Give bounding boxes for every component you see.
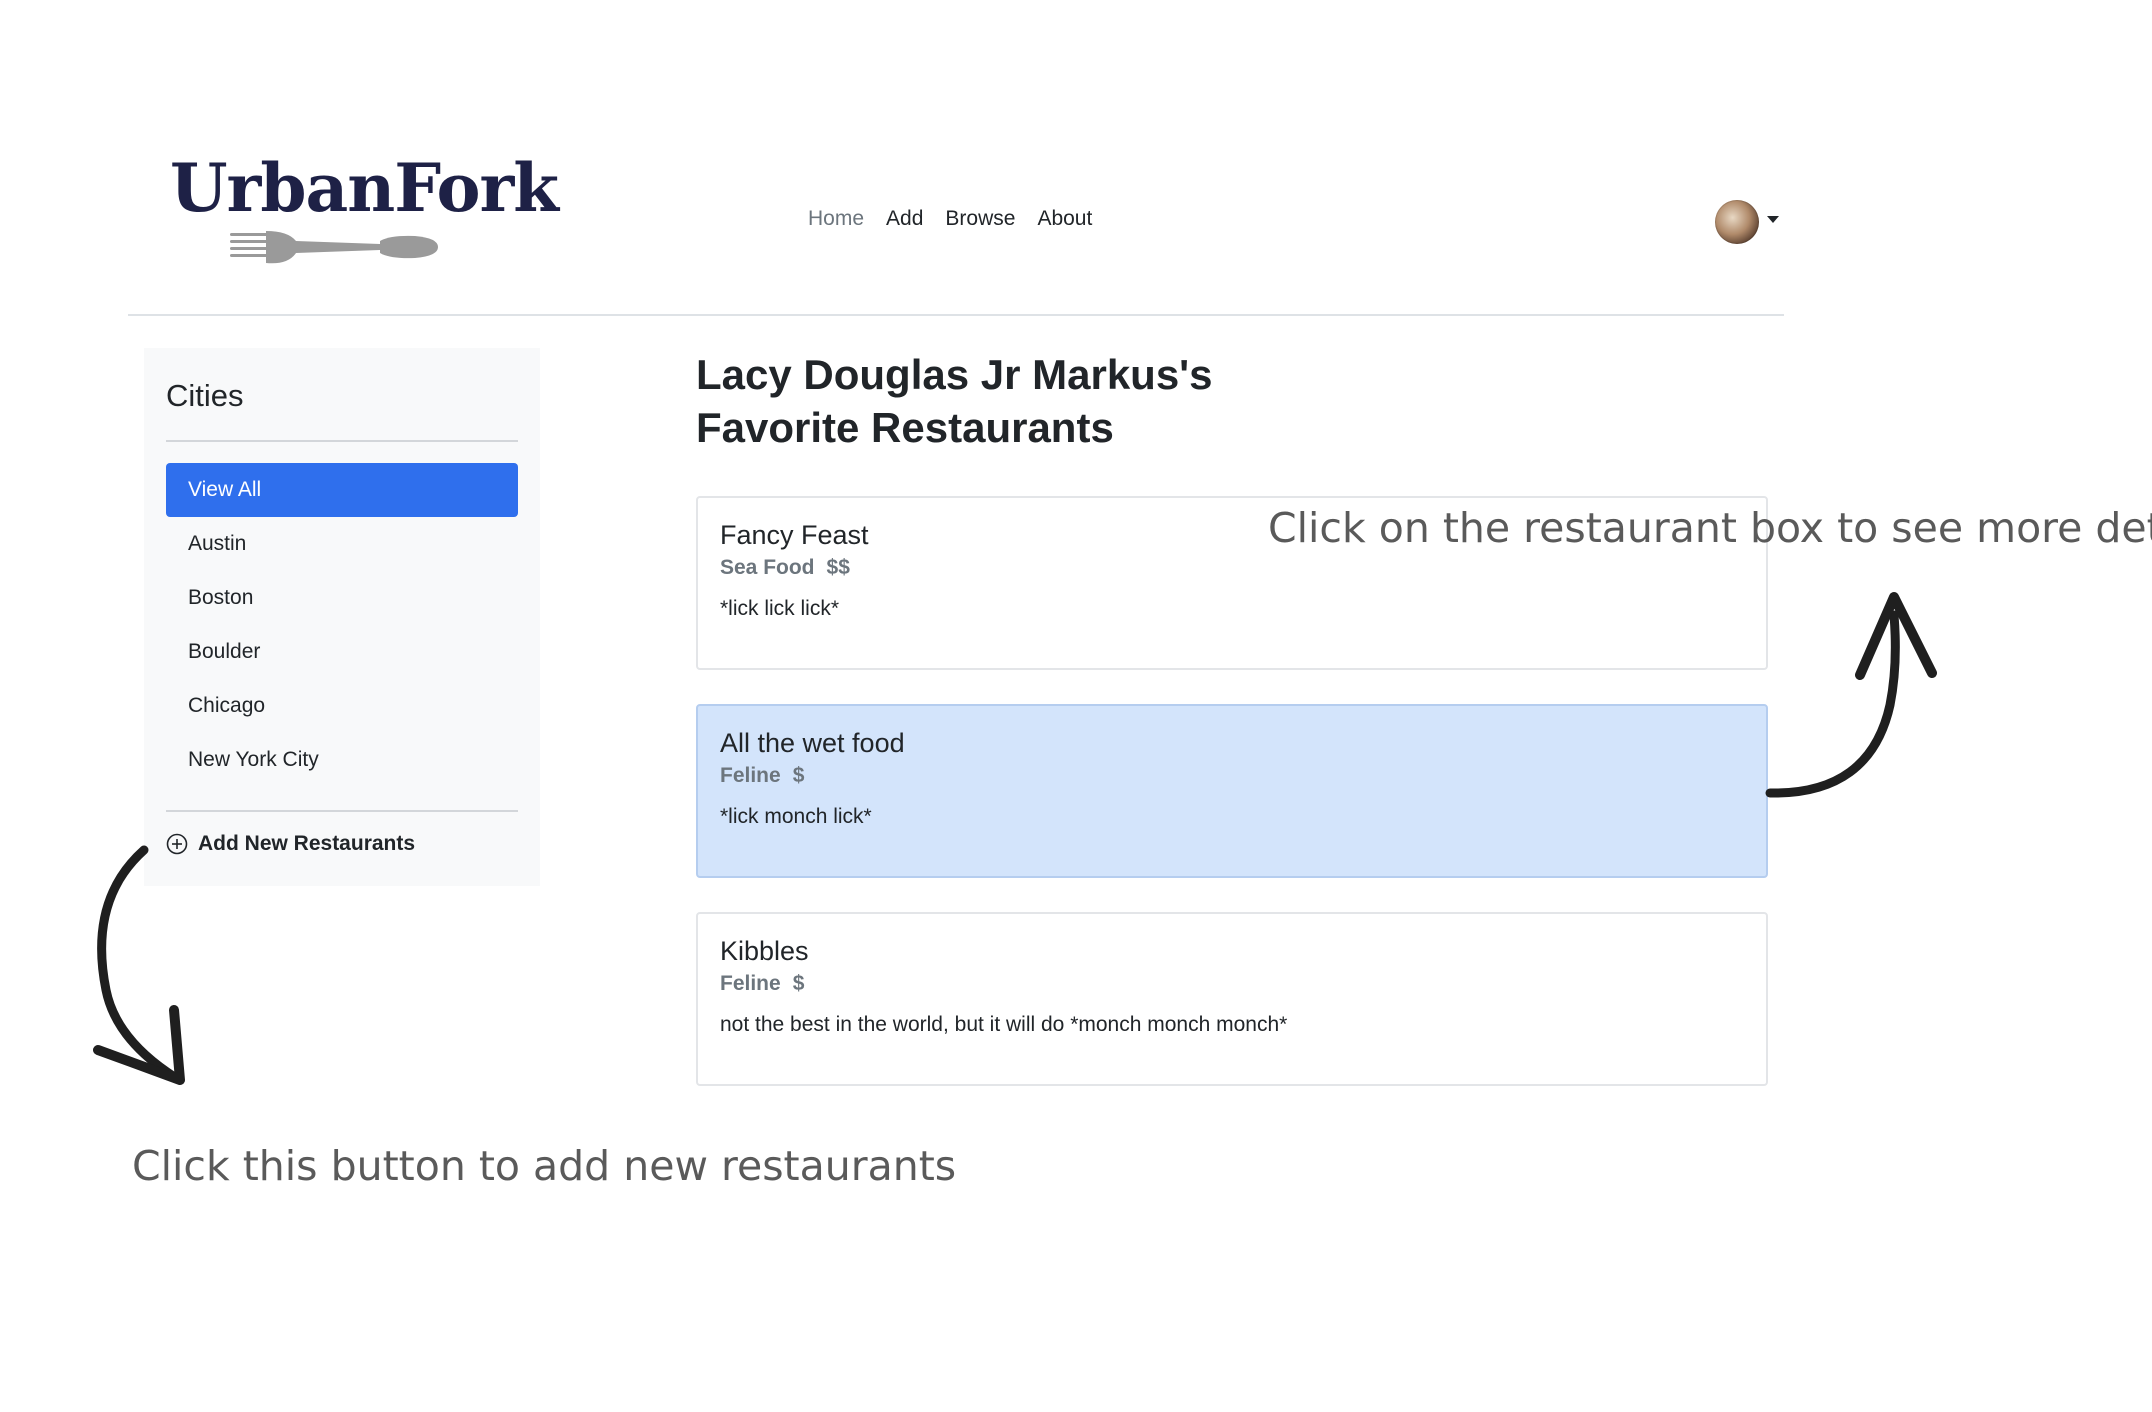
details-hint-annotation: Click on the restaurant box to see more … bbox=[1268, 504, 2152, 552]
add-hint-annotation: Click this button to add new restaurants bbox=[132, 1142, 957, 1190]
restaurant-cuisine: Sea Food bbox=[720, 556, 815, 579]
logo-wordmark: UrbanFork bbox=[170, 149, 559, 227]
add-new-restaurants-label: Add New Restaurants bbox=[198, 832, 416, 855]
sidebar: Cities View All Austin Boston Boulder Ch… bbox=[144, 348, 540, 886]
page-title: Lacy Douglas Jr Markus's Favorite Restau… bbox=[696, 348, 1256, 454]
restaurant-description: *lick lick lick* bbox=[720, 597, 840, 620]
restaurant-meta: Sea Food $$ bbox=[720, 556, 850, 580]
restaurant-name: All the wet food bbox=[720, 728, 905, 758]
restaurant-card[interactable]: Kibbles Feline $ not the best in the wor… bbox=[696, 912, 1768, 1086]
page-title-line-1: Lacy Douglas Jr Markus's bbox=[696, 351, 1213, 398]
nav-browse[interactable]: Browse bbox=[945, 207, 1015, 231]
nav-add[interactable]: Add bbox=[886, 207, 923, 231]
city-item-view-all[interactable]: View All bbox=[166, 463, 518, 517]
restaurant-price: $ bbox=[792, 972, 805, 995]
sidebar-title: Cities bbox=[166, 378, 244, 413]
restaurant-cuisine: Feline bbox=[720, 972, 781, 995]
user-menu[interactable] bbox=[1715, 200, 1779, 244]
fork-icon bbox=[230, 231, 438, 264]
city-item-chicago[interactable]: Chicago bbox=[166, 679, 518, 733]
restaurant-price: $ bbox=[792, 764, 805, 787]
restaurant-description: not the best in the world, but it will d… bbox=[720, 1013, 1288, 1036]
urbanfork-logo[interactable]: UrbanFork bbox=[170, 155, 559, 275]
main-nav: Home Add Browse About bbox=[808, 207, 1092, 231]
sidebar-divider bbox=[166, 810, 518, 812]
chevron-down-icon[interactable] bbox=[1767, 215, 1779, 223]
header-divider bbox=[128, 314, 1784, 316]
city-item-new-york-city[interactable]: New York City bbox=[166, 733, 518, 787]
restaurant-meta: Feline $ bbox=[720, 764, 804, 788]
curved-arrow-down-icon bbox=[93, 845, 185, 1085]
city-item-boston[interactable]: Boston bbox=[166, 571, 518, 625]
curved-arrow-up-icon bbox=[1765, 592, 1937, 798]
page-title-line-2: Favorite Restaurants bbox=[696, 404, 1114, 451]
restaurant-name: Kibbles bbox=[720, 936, 809, 966]
city-item-boulder[interactable]: Boulder bbox=[166, 625, 518, 679]
city-item-austin[interactable]: Austin bbox=[166, 517, 518, 571]
nav-about[interactable]: About bbox=[1037, 207, 1092, 231]
restaurant-description: *lick monch lick* bbox=[720, 805, 872, 828]
restaurant-price: $$ bbox=[826, 556, 850, 579]
restaurant-card[interactable]: All the wet food Feline $ *lick monch li… bbox=[696, 704, 1768, 878]
sidebar-divider bbox=[166, 440, 518, 442]
restaurant-name: Fancy Feast bbox=[720, 520, 869, 550]
restaurant-meta: Feline $ bbox=[720, 972, 804, 996]
restaurant-cuisine: Feline bbox=[720, 764, 781, 787]
city-list: View All Austin Boston Boulder Chicago N… bbox=[166, 463, 518, 787]
nav-home[interactable]: Home bbox=[808, 207, 864, 231]
avatar[interactable] bbox=[1715, 200, 1759, 244]
